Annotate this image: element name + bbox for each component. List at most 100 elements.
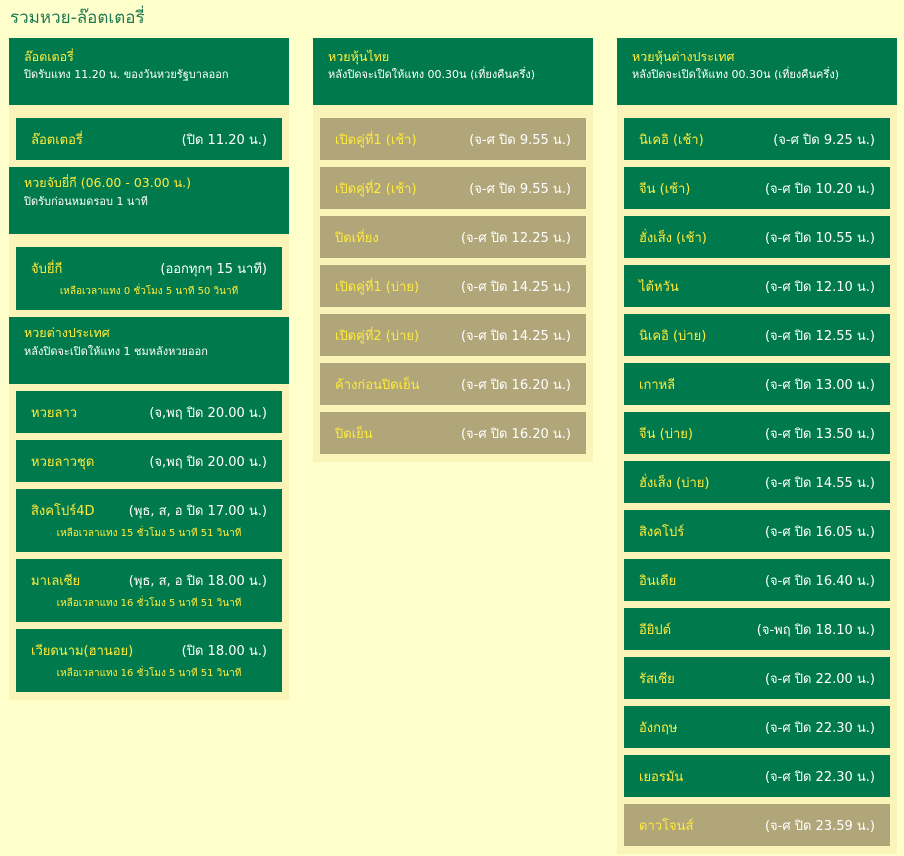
section-header-yeekee: หวยจับยี่กี (06.00 - 03.00 น.) ปิดรับก่อ… xyxy=(9,167,289,234)
section-subtitle: ปิดรับก่อนหมดรอบ 1 นาที xyxy=(24,195,148,208)
page-title: รวมหวย-ล๊อตเตอรี่ xyxy=(10,8,145,28)
item-name: เปิดคู่ที่2 (บ่าย) xyxy=(335,328,420,344)
item-name: จีน (เช้า) xyxy=(639,181,691,197)
item-name: อังกฤษ xyxy=(639,720,678,736)
list-item[interactable]: เปิดคู่ที่2 (บ่าย) (จ-ศ ปิด 14.25 น.) xyxy=(320,314,586,356)
section-title: หวยหุ้นต่างประเทศ xyxy=(632,49,735,64)
list-item[interactable]: นิเคอิ (เช้า) (จ-ศ ปิด 9.25 น.) xyxy=(624,118,890,160)
item-name: ไต้หวัน xyxy=(639,279,679,295)
item-name: ฮั่งเส็ง (เช้า) xyxy=(639,230,707,246)
list-item-lao[interactable]: หวยลาว (จ,พฤ ปิด 20.00 น.) xyxy=(16,391,282,433)
item-name: เปิดคู่ที่1 (เช้า) xyxy=(335,132,417,148)
list-item-malaysia[interactable]: มาเลเซีย (พุธ, ส, อ ปิด 18.00 น.) เหลือเ… xyxy=(16,559,282,622)
list-item[interactable]: จีน (เช้า) (จ-ศ ปิด 10.20 น.) xyxy=(624,167,890,209)
list-item[interactable]: จีน (บ่าย) (จ-ศ ปิด 13.50 น.) xyxy=(624,412,890,454)
item-name: จีน (บ่าย) xyxy=(639,426,693,442)
item-close-time: (ปิด 18.00 น.) xyxy=(181,644,267,659)
list-item[interactable]: ฮั่งเส็ง (เช้า) (จ-ศ ปิด 10.55 น.) xyxy=(624,216,890,258)
item-name: จับยี่กี xyxy=(31,262,63,277)
item-name: นิเคอิ (เช้า) xyxy=(639,132,704,148)
list-item[interactable]: ฮั่งเส็ง (บ่าย) (จ-ศ ปิด 14.55 น.) xyxy=(624,461,890,503)
section-title: หวยจับยี่กี (06.00 - 03.00 น.) xyxy=(24,175,191,190)
item-close-time: (จ-ศ ปิด 13.50 น.) xyxy=(764,426,875,442)
section-title: หวยต่างประเทศ xyxy=(24,325,110,340)
section-subtitle: ปิดรับแทง 11.20 น. ของวันหวยรัฐบาลออก xyxy=(24,68,229,81)
item-close-time: (จ-ศ ปิด 23.59 น.) xyxy=(764,818,875,834)
item-close-time: (จ-ศ ปิด 16.20 น.) xyxy=(460,377,571,393)
item-name: หวยลาว xyxy=(31,405,78,421)
item-name: สิงคโปร์4D xyxy=(31,504,95,519)
item-name: ปิดเย็น xyxy=(335,426,373,442)
item-name: ล๊อตเตอรี่ xyxy=(31,132,83,148)
list-item-lottery[interactable]: ล๊อตเตอรี่ (ปิด 11.20 น.) xyxy=(16,118,282,160)
section-header-thai-stocks: หวยหุ้นไทย หลังปิดจะเปิดให้แทง 00.30น (เ… xyxy=(313,38,593,105)
item-name: ฮั่งเส็ง (บ่าย) xyxy=(639,475,710,491)
list-item[interactable]: เปิดคู่ที่1 (บ่าย) (จ-ศ ปิด 14.25 น.) xyxy=(320,265,586,307)
item-countdown: เหลือเวลาแทง 0 ชั่วโมง 5 นาที 50 วินาที xyxy=(59,286,239,297)
item-close-time: (จ-ศ ปิด 14.25 น.) xyxy=(460,279,571,295)
list-item-singapore-4d[interactable]: สิงคโปร์4D (พุธ, ส, อ ปิด 17.00 น.) เหลื… xyxy=(16,489,282,552)
item-name: เกาหลี xyxy=(639,377,676,393)
list-item[interactable]: ดาวโจนส์ (จ-ศ ปิด 23.59 น.) xyxy=(624,804,890,846)
list-item[interactable]: เกาหลี (จ-ศ ปิด 13.00 น.) xyxy=(624,363,890,405)
item-name: ดาวโจนส์ xyxy=(639,818,694,834)
list-item[interactable]: ไต้หวัน (จ-ศ ปิด 12.10 น.) xyxy=(624,265,890,307)
item-close-time: (จ-ศ ปิด 22.00 น.) xyxy=(764,671,875,687)
list-item[interactable]: รัสเซีย (จ-ศ ปิด 22.00 น.) xyxy=(624,657,890,699)
list-item-yeekee[interactable]: จับยี่กี (ออกทุกๆ 15 นาที) เหลือเวลาแทง … xyxy=(16,247,282,310)
list-item[interactable]: สิงคโปร์ (จ-ศ ปิด 16.05 น.) xyxy=(624,510,890,552)
item-close-time: (จ-ศ ปิด 12.25 น.) xyxy=(460,230,571,246)
item-name: อียิปต์ xyxy=(639,622,672,638)
item-close-time: (จ-ศ ปิด 12.10 น.) xyxy=(764,279,875,295)
section-header-lottery: ล๊อตเตอรี่ ปิดรับแทง 11.20 น. ของวันหวยร… xyxy=(9,38,289,105)
item-close-time: (จ,พฤ ปิด 20.00 น.) xyxy=(149,405,267,421)
item-name: ปิดเที่ยง xyxy=(335,230,379,246)
item-close-time: (ปิด 11.20 น.) xyxy=(181,132,267,148)
section-subtitle: หลังปิดจะเปิดให้แทง 1 ชมหลังหวยออก xyxy=(24,345,208,358)
item-close-time: (จ-ศ ปิด 22.30 น.) xyxy=(764,720,875,736)
list-item[interactable]: อียิปต์ (จ-พฤ ปิด 18.10 น.) xyxy=(624,608,890,650)
item-name: รัสเซีย xyxy=(639,671,675,687)
list-item-vietnam-hanoi[interactable]: เวียดนาม(ฮานอย) (ปิด 18.00 น.) เหลือเวลา… xyxy=(16,629,282,692)
item-close-time: (จ-ศ ปิด 14.25 น.) xyxy=(460,328,571,344)
item-close-time: (จ-ศ ปิด 16.20 น.) xyxy=(460,426,571,442)
item-close-time: (จ-ศ ปิด 16.05 น.) xyxy=(764,524,875,540)
list-item[interactable]: เยอรมัน (จ-ศ ปิด 22.30 น.) xyxy=(624,755,890,797)
column-thai-stocks: หวยหุ้นไทย หลังปิดจะเปิดให้แทง 00.30น (เ… xyxy=(313,38,593,462)
item-close-time: (จ-ศ ปิด 13.00 น.) xyxy=(764,377,875,393)
item-close-time: (พุธ, ส, อ ปิด 17.00 น.) xyxy=(128,504,267,519)
list-foreign-stocks: นิเคอิ (เช้า) (จ-ศ ปิด 9.25 น.) จีน (เช้า… xyxy=(617,118,897,846)
item-name: หวยลาวชุด xyxy=(31,454,95,470)
list-item[interactable]: เปิดคู่ที่1 (เช้า) (จ-ศ ปิด 9.55 น.) xyxy=(320,118,586,160)
list-item-lao-set[interactable]: หวยลาวชุด (จ,พฤ ปิด 20.00 น.) xyxy=(16,440,282,482)
item-name: ค้างก่อนปิดเย็น xyxy=(335,377,420,393)
item-close-time: (จ,พฤ ปิด 20.00 น.) xyxy=(149,454,267,470)
section-subtitle: หลังปิดจะเปิดให้แทง 00.30น (เที่ยงคืนครึ… xyxy=(328,68,535,81)
item-close-time: (จ-ศ ปิด 10.20 น.) xyxy=(764,181,875,197)
item-close-time: (จ-ศ ปิด 9.55 น.) xyxy=(469,132,571,148)
column-foreign-stocks: หวยหุ้นต่างประเทศ หลังปิดจะเปิดให้แทง 00… xyxy=(617,38,897,854)
item-close-time: (จ-ศ ปิด 9.25 น.) xyxy=(773,132,875,148)
list-item[interactable]: ปิดเที่ยง (จ-ศ ปิด 12.25 น.) xyxy=(320,216,586,258)
list-item[interactable]: ค้างก่อนปิดเย็น (จ-ศ ปิด 16.20 น.) xyxy=(320,363,586,405)
item-close-time: (จ-ศ ปิด 22.30 น.) xyxy=(764,769,875,785)
item-name: มาเลเซีย xyxy=(31,574,81,589)
section-title: หวยหุ้นไทย xyxy=(328,49,390,64)
list-item[interactable]: ปิดเย็น (จ-ศ ปิด 16.20 น.) xyxy=(320,412,586,454)
list-thai-stocks: เปิดคู่ที่1 (เช้า) (จ-ศ ปิด 9.55 น.) เปิด… xyxy=(313,118,593,454)
item-countdown: เหลือเวลาแทง 15 ชั่วโมง 5 นาที 51 วินาที xyxy=(56,528,242,539)
item-close-time: (จ-ศ ปิด 9.55 น.) xyxy=(469,181,571,197)
item-countdown: เหลือเวลาแทง 16 ชั่วโมง 5 นาที 51 วินาที xyxy=(56,668,242,679)
item-close-time: (จ-พฤ ปิด 18.10 น.) xyxy=(756,622,875,638)
column-lottery: ล๊อตเตอรี่ ปิดรับแทง 11.20 น. ของวันหวยร… xyxy=(9,38,289,700)
item-close-time: (จ-ศ ปิด 14.55 น.) xyxy=(764,475,875,491)
section-subtitle: หลังปิดจะเปิดให้แทง 00.30น (เที่ยงคืนครึ… xyxy=(632,68,839,81)
section-header-foreign-stocks: หวยหุ้นต่างประเทศ หลังปิดจะเปิดให้แทง 00… xyxy=(617,38,897,105)
item-name: เยอรมัน xyxy=(639,769,684,785)
item-countdown: เหลือเวลาแทง 16 ชั่วโมง 5 นาที 51 วินาที xyxy=(56,598,242,609)
list-item[interactable]: อังกฤษ (จ-ศ ปิด 22.30 น.) xyxy=(624,706,890,748)
list-item[interactable]: นิเคอิ (บ่าย) (จ-ศ ปิด 12.55 น.) xyxy=(624,314,890,356)
item-name: อินเดีย xyxy=(639,573,677,589)
list-item[interactable]: เปิดคู่ที่2 (เช้า) (จ-ศ ปิด 9.55 น.) xyxy=(320,167,586,209)
list-item[interactable]: อินเดีย (จ-ศ ปิด 16.40 น.) xyxy=(624,559,890,601)
